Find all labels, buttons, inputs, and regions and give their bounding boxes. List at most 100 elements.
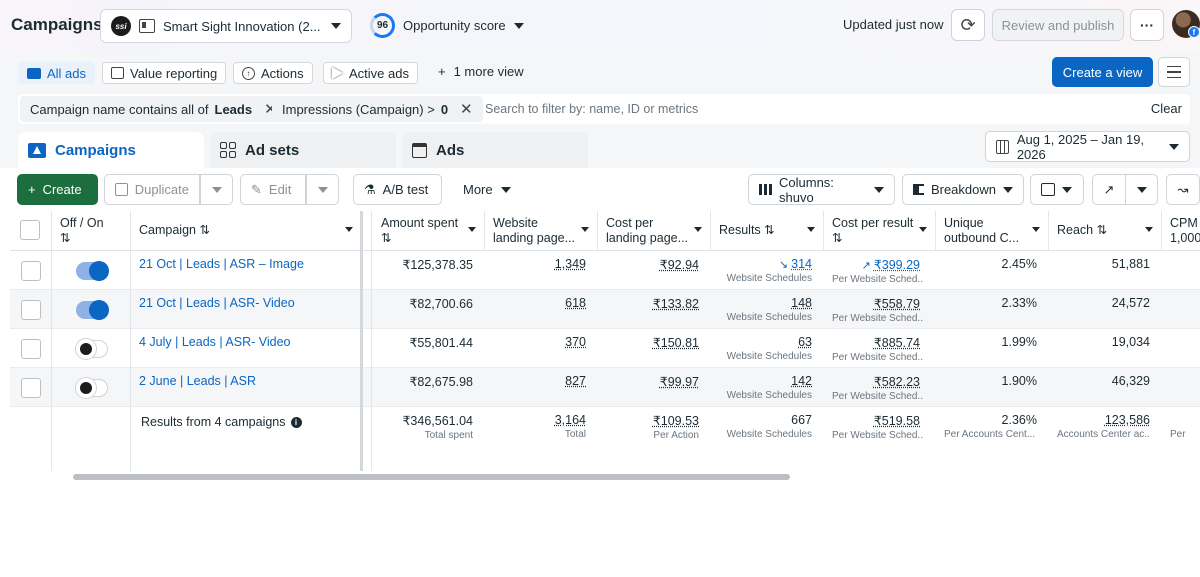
campaign-toggle[interactable]: [76, 261, 109, 281]
summary-cost-per-lp: ₹109.53 Per Action: [652, 414, 699, 441]
results-value[interactable]: 148: [791, 296, 812, 310]
view-all-ads[interactable]: All ads: [18, 62, 96, 84]
toggle-knob: [89, 300, 109, 320]
reports-button[interactable]: [1030, 174, 1084, 205]
campaign-name-link[interactable]: 2 June | Leads | ASR: [139, 374, 256, 388]
filter-chip-impressions[interactable]: Impressions (Campaign) > 0 ✕: [272, 96, 483, 122]
filter-chip-value: 0: [440, 101, 449, 117]
header-reach[interactable]: Reach ⇅: [1049, 211, 1162, 251]
header-select-all[interactable]: [10, 211, 52, 251]
top-bar: Campaigns ssi Smart Sight Innovation (2.…: [0, 0, 1200, 52]
cost-per-result-value[interactable]: ₹885.74: [874, 336, 920, 350]
duplicate-dropdown[interactable]: [200, 174, 233, 205]
row-checkbox[interactable]: [21, 300, 41, 320]
website-lp-value[interactable]: 827: [565, 374, 586, 388]
cost-per-lp-value[interactable]: ₹150.81: [653, 336, 699, 350]
chevron-down-icon: [694, 227, 702, 232]
cost-per-result-subtext: Per Website Sched...: [832, 352, 924, 363]
row-checkbox[interactable]: [21, 339, 41, 359]
filter-search-input[interactable]: Search to filter by: name, ID or metrics: [485, 102, 698, 116]
charts-button[interactable]: ↝: [1166, 174, 1200, 205]
account-selector[interactable]: ssi Smart Sight Innovation (2...: [100, 9, 352, 43]
more-actions-button[interactable]: More: [463, 182, 511, 197]
horizontal-scrollbar[interactable]: [73, 474, 790, 480]
info-icon[interactable]: i: [290, 416, 302, 428]
more-options-button[interactable]: ···: [1130, 9, 1164, 41]
cost-per-lp-value[interactable]: ₹92.94: [660, 258, 699, 272]
campaign-toggle[interactable]: [76, 339, 108, 359]
toggle-knob: [89, 261, 109, 281]
header-unique-outbound[interactable]: Unique outbound C...: [936, 211, 1049, 251]
campaign-toggle[interactable]: [76, 300, 109, 320]
grid-icon: [220, 142, 236, 158]
cost-per-result-value[interactable]: ₹558.79: [874, 297, 920, 311]
results-value[interactable]: 63: [798, 335, 812, 349]
export-button[interactable]: ↗: [1092, 174, 1126, 205]
tab-ads[interactable]: Ads: [402, 132, 588, 168]
table-row[interactable]: 21 Oct | Leads | ASR- Video ₹82,700.66 618…: [10, 290, 1200, 329]
amount-spent-cell: ₹82,675.98: [373, 368, 485, 407]
website-lp-value[interactable]: 370: [565, 335, 586, 349]
header-cost-per-landing-page[interactable]: Cost per landing page...: [598, 211, 711, 251]
website-lp-cell: 827: [485, 368, 598, 407]
summary-row: Results from 4 campaigns i ₹346,561.04 To…: [10, 407, 1200, 471]
opportunity-score[interactable]: 96 Opportunity score: [370, 13, 524, 38]
view-active-ads[interactable]: Active ads: [323, 62, 418, 84]
chevron-down-icon: [1145, 227, 1153, 232]
header-amount-spent[interactable]: Amount spent ⇅: [373, 211, 485, 251]
cost-per-result-cell: ₹885.74 Per Website Sched...: [824, 329, 936, 368]
filter-chip-label: Campaign name contains all of: [30, 101, 209, 117]
ad-icon: [412, 142, 427, 158]
more-views-button[interactable]: + 1 more view: [438, 64, 524, 79]
header-cpm[interactable]: CPM ( 1,000: [1162, 211, 1200, 251]
select-all-checkbox[interactable]: [20, 220, 40, 240]
edit-button[interactable]: ✎ Edit: [240, 174, 306, 205]
campaign-name-link[interactable]: 21 Oct | Leads | ASR – Image: [139, 257, 304, 271]
filter-chip-campaign-name[interactable]: Campaign name contains all of Leads ✕: [20, 96, 287, 122]
table-row[interactable]: 21 Oct | Leads | ASR – Image ₹125,378.35 1…: [10, 251, 1200, 290]
calendar-icon: [996, 139, 1009, 154]
view-actions[interactable]: ↑ Actions: [233, 62, 313, 84]
ab-test-button[interactable]: ⚗ A/B test: [353, 174, 442, 205]
results-value[interactable]: 314: [791, 257, 812, 271]
campaign-toggle[interactable]: [76, 378, 108, 398]
cost-per-lp-value[interactable]: ₹133.82: [653, 297, 699, 311]
unique-outbound-value: 2.45%: [1001, 257, 1037, 271]
header-label: Website landing page...: [493, 216, 576, 245]
tab-ad-sets[interactable]: Ad sets: [210, 132, 396, 168]
columns-button[interactable]: Columns: shuvo: [748, 174, 895, 205]
view-settings-button[interactable]: [1158, 57, 1190, 87]
review-and-publish-button[interactable]: Review and publish: [992, 9, 1124, 41]
unique-outbound-cell: 1.99%: [936, 329, 1049, 368]
cost-per-lp-value[interactable]: ₹99.97: [660, 375, 699, 389]
campaign-name-link[interactable]: 4 July | Leads | ASR- Video: [139, 335, 291, 349]
header-off-on[interactable]: Off / On ⇅: [52, 211, 131, 251]
tab-campaigns[interactable]: Campaigns: [18, 132, 204, 168]
header-campaign[interactable]: Campaign ⇅: [131, 211, 362, 251]
table-row[interactable]: 4 July | Leads | ASR- Video ₹55,801.44 370…: [10, 329, 1200, 368]
close-icon[interactable]: ✕: [460, 100, 473, 118]
header-cost-per-result[interactable]: Cost per result ⇅: [824, 211, 936, 251]
duplicate-button[interactable]: Duplicate: [104, 174, 200, 205]
header-results[interactable]: Results ⇅: [711, 211, 824, 251]
table-row[interactable]: 2 June | Leads | ASR ₹82,675.98 827 ₹99.97 1…: [10, 368, 1200, 407]
results-value[interactable]: 142: [791, 374, 812, 388]
refresh-button[interactable]: ⟳: [951, 9, 985, 41]
campaign-name-link[interactable]: 21 Oct | Leads | ASR- Video: [139, 296, 295, 310]
breakdown-button[interactable]: Breakdown: [902, 174, 1024, 205]
website-lp-value[interactable]: 1,349: [555, 257, 586, 271]
create-button[interactable]: + Create: [17, 174, 98, 205]
cost-per-result-value[interactable]: ₹582.23: [874, 375, 920, 389]
website-lp-value[interactable]: 618: [565, 296, 586, 310]
header-website-landing-page[interactable]: Website landing page...: [485, 211, 598, 251]
view-value-reporting[interactable]: Value reporting: [102, 62, 227, 84]
create-view-button[interactable]: Create a view: [1052, 57, 1153, 87]
row-checkbox[interactable]: [21, 378, 41, 398]
edit-dropdown[interactable]: [306, 174, 339, 205]
date-range-picker[interactable]: Aug 1, 2025 – Jan 19, 2026: [985, 131, 1190, 162]
row-checkbox[interactable]: [21, 261, 41, 281]
clear-filters-button[interactable]: Clear: [1151, 101, 1182, 116]
cost-per-lp-cell: ₹150.81: [598, 329, 711, 368]
cost-per-result-value[interactable]: ₹399.29: [874, 258, 920, 272]
export-dropdown[interactable]: [1125, 174, 1158, 205]
